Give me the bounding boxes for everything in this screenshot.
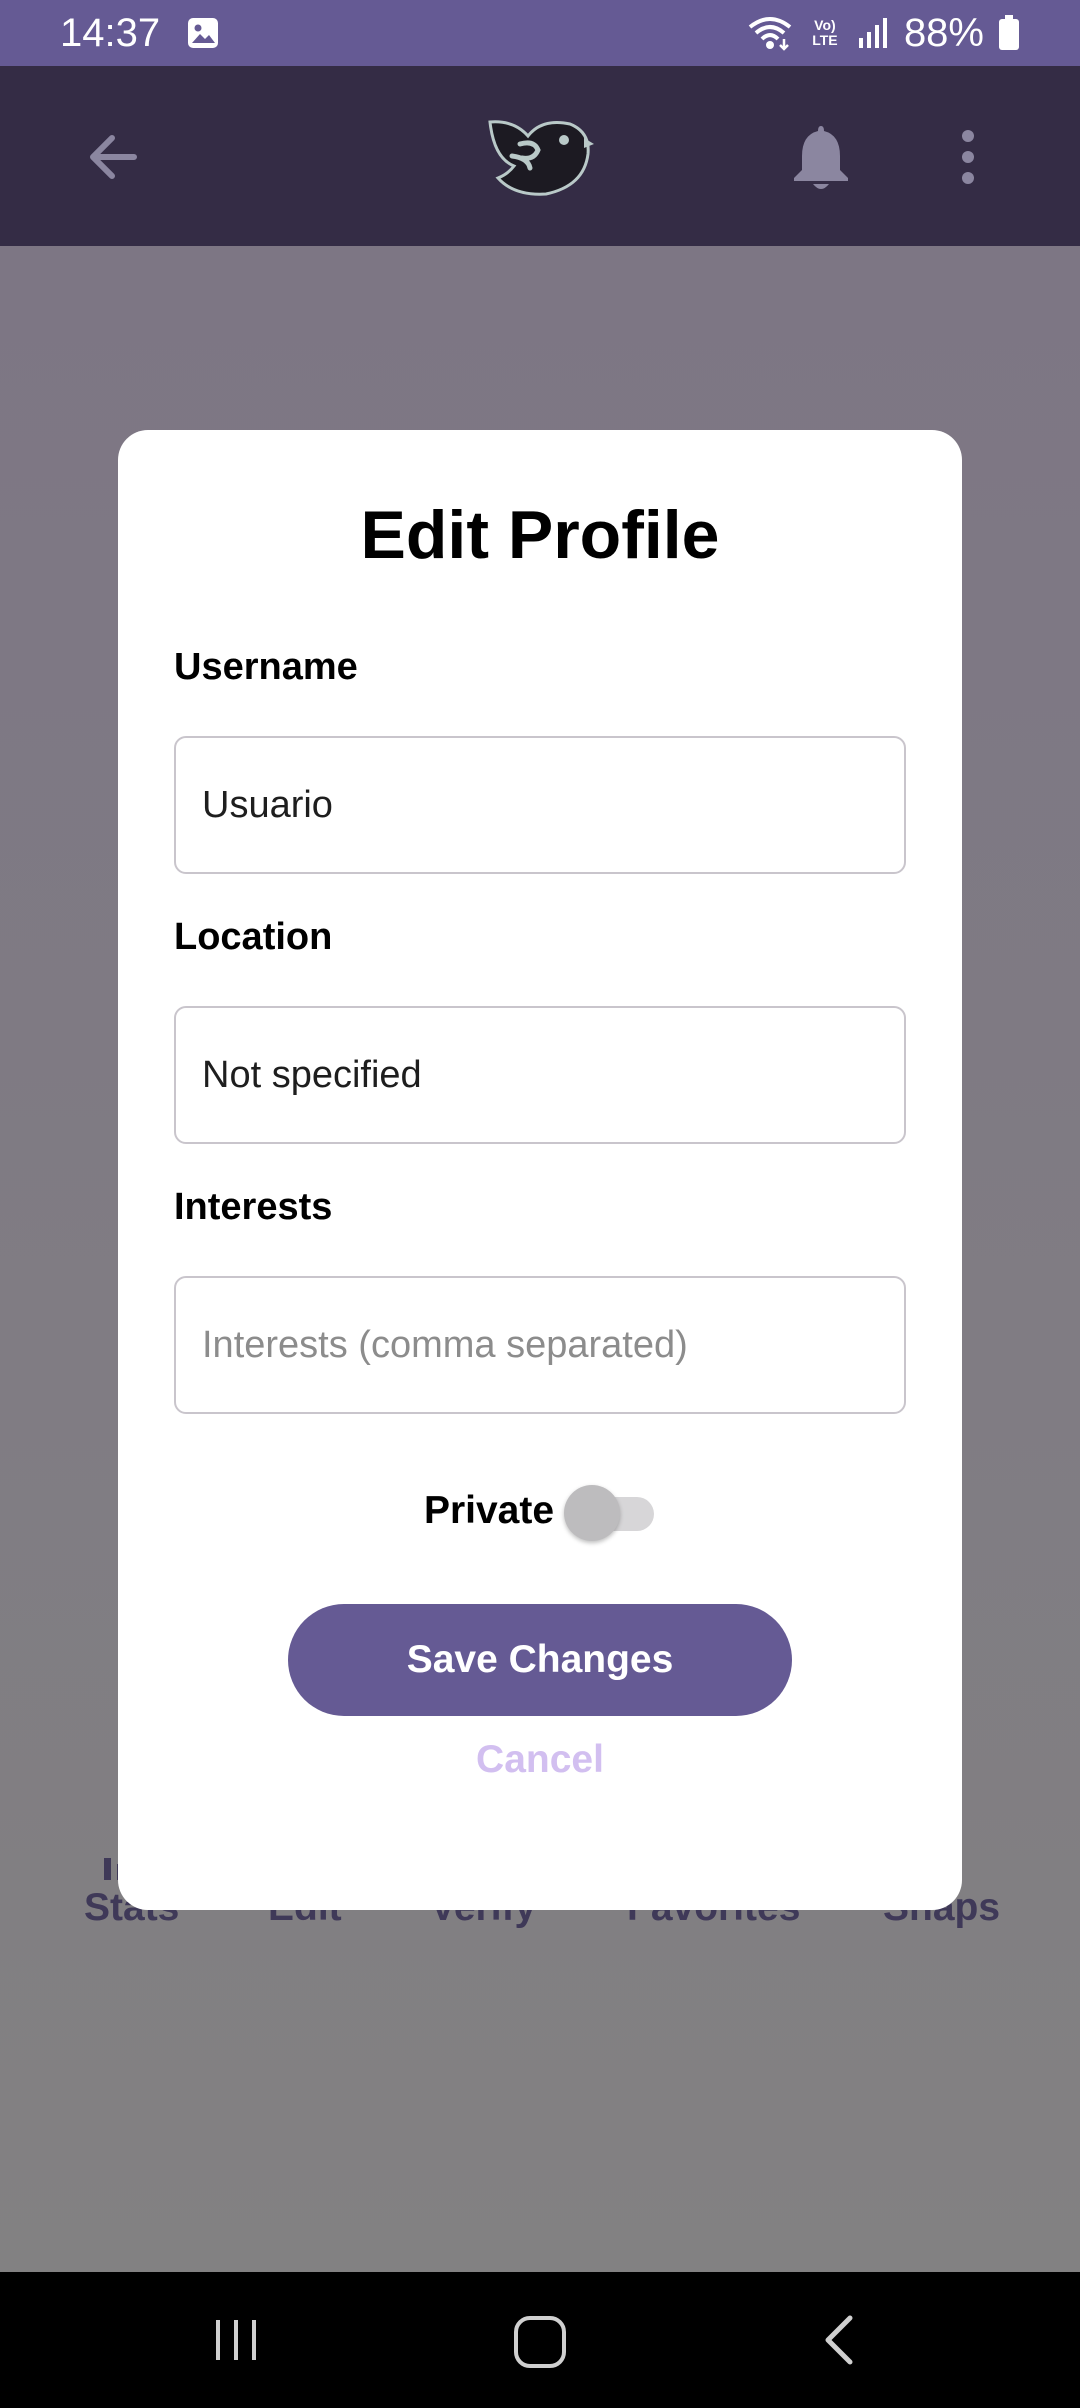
app-bar [0,66,1080,246]
location-field[interactable] [202,1053,878,1097]
interests-label: Interests [174,1186,333,1228]
interests-field[interactable] [202,1323,878,1367]
recents-icon[interactable] [206,2310,266,2370]
save-changes-button[interactable]: Save Changes [288,1604,792,1716]
system-nav-bar [0,2272,1080,2408]
private-toggle[interactable] [564,1481,656,1541]
private-row: Private [118,1476,962,1546]
volte-icon: Vo) LTE [808,18,842,48]
network-label: Vo) LTE [812,17,838,48]
battery-percent: 88% [903,10,984,55]
location-label: Location [174,916,333,958]
dialog-title: Edit Profile [360,497,720,573]
home-icon[interactable] [508,2310,572,2374]
image-icon [186,16,220,50]
username-field-box [174,736,906,874]
bell-icon[interactable] [788,122,854,192]
more-vert-icon[interactable] [950,126,986,188]
username-field[interactable] [202,783,878,827]
back-arrow-icon[interactable] [82,126,144,188]
username-label: Username [174,646,358,688]
wifi-icon [746,15,794,51]
screen: 14:37 Vo) LTE 88% Stats Edit Profile Use… [0,0,1080,2408]
edit-profile-dialog: Edit Profile Username Location Interests… [118,430,962,1910]
private-toggle-thumb [564,1485,621,1541]
battery-icon [998,15,1020,51]
interests-field-box [174,1276,906,1414]
status-time: 14:37 [60,10,161,55]
status-bar: 14:37 Vo) LTE 88% [0,0,1080,66]
cancel-button[interactable]: Cancel [118,1738,962,1782]
signal-icon [856,16,890,50]
location-field-box [174,1006,906,1144]
bird-logo [484,114,596,198]
private-label: Private [423,1489,555,1532]
back-icon[interactable] [810,2310,870,2370]
